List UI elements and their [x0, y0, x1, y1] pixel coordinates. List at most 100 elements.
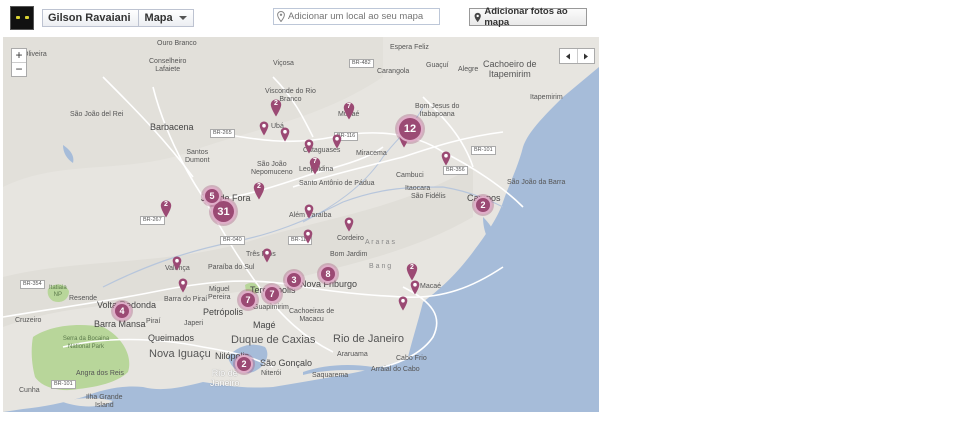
add-photos-button[interactable]: Adicionar fotos ao mapa — [469, 6, 587, 28]
place-label: Cordeiro — [337, 235, 364, 242]
zoom-out-button[interactable]: − — [12, 62, 26, 76]
highway-shield: BR-482 — [349, 59, 374, 68]
photo-cluster[interactable]: 2 — [235, 355, 253, 373]
map-navigation — [559, 48, 595, 64]
place-label: Santos Dumont — [185, 149, 210, 164]
zoom-control: + − — [11, 48, 27, 77]
place-label: Serra da Bocaina National Park — [62, 336, 110, 350]
place-label: Viçosa — [273, 60, 294, 67]
place-label: Bom Jardim — [330, 251, 368, 258]
place-label: Itatiaia NP — [49, 285, 67, 298]
profile-picture[interactable] — [10, 6, 34, 30]
place-label: Duque de Caxias — [231, 334, 316, 346]
map-pin-icon[interactable] — [332, 134, 342, 149]
photo-cluster[interactable]: 12 — [397, 116, 423, 142]
place-label: Petrópolis — [203, 307, 244, 317]
map-pin-icon[interactable] — [172, 256, 182, 271]
place-label: São Fidélis — [411, 193, 446, 200]
place-label: Cambuci — [396, 172, 424, 179]
map-pin-icon[interactable] — [398, 296, 408, 311]
place-label: Miguel Pereira — [208, 286, 231, 301]
photo-cluster[interactable]: 5 — [203, 187, 221, 205]
pin-count: 2 — [257, 183, 261, 190]
place-label: Barbacena — [150, 122, 194, 132]
search-input[interactable] — [288, 11, 428, 22]
photo-cluster[interactable]: 8 — [319, 265, 337, 283]
place-label: Alegre — [458, 66, 479, 73]
place-label: Rio de Janeiro — [210, 368, 240, 388]
map-pin-icon[interactable] — [344, 217, 354, 232]
highway-shield: BR-356 — [443, 166, 468, 175]
map-pin-icon[interactable] — [259, 121, 269, 136]
map-pin-icon[interactable] — [262, 248, 272, 263]
map-pin-icon — [277, 11, 285, 22]
place-label: Ouro Branco — [157, 40, 197, 47]
place-label: Rio de Janeiro — [333, 333, 404, 345]
pin-count: 7 — [313, 158, 317, 165]
breadcrumb: Gilson Ravaiani Mapa — [42, 9, 194, 27]
map-pin-icon[interactable] — [441, 151, 451, 166]
previous-button[interactable] — [560, 49, 577, 63]
place-label: São João del Rei — [70, 111, 124, 118]
profile-picture-detail — [16, 16, 20, 19]
highway-shield: BR-354 — [20, 280, 45, 289]
place-label: Nova Iguaçu — [149, 348, 211, 360]
map-pin-icon[interactable] — [303, 229, 313, 244]
profile-picture-detail — [25, 16, 29, 19]
place-label: Arraial do Cabo — [371, 366, 420, 373]
chevron-down-icon — [178, 16, 187, 20]
place-label: Espera Feliz — [390, 44, 429, 51]
map-pin-icon[interactable] — [304, 139, 314, 154]
pin-count: 2 — [274, 100, 278, 107]
place-label: Resende — [69, 295, 98, 302]
section-dropdown[interactable]: Mapa — [139, 10, 193, 26]
place-label: Paraíba do Sul — [208, 264, 255, 271]
pin-count: 7 — [347, 103, 351, 110]
map-pin-count[interactable]: 2 — [406, 263, 418, 281]
highway-shield: BR-040 — [220, 236, 245, 245]
place-label: Santo Antônio de Pádua — [299, 180, 375, 187]
map-pin-count[interactable]: 2 — [253, 182, 265, 200]
place-label: Cunha — [19, 387, 40, 394]
highway-shield: BR-265 — [210, 129, 235, 138]
place-label: Araruama — [337, 351, 368, 358]
place-label: Guaçuí — [426, 62, 449, 69]
place-label: Bom Jesus do Itabapoana — [415, 103, 460, 118]
place-label: Barra Mansa — [94, 319, 146, 329]
top-bar: Gilson Ravaiani Mapa Adicionar fotos ao … — [0, 0, 600, 36]
photo-cluster[interactable]: 4 — [113, 302, 131, 320]
place-label: Macaé — [420, 283, 442, 290]
arrow-left-icon — [566, 53, 571, 59]
map-pin-count[interactable]: 2 — [270, 99, 282, 117]
place-label: Cabo Frio — [396, 355, 427, 362]
place-label: Japeri — [184, 320, 204, 327]
map-view[interactable]: Oliveira Ouro Branco Conselheiro Lafaiet… — [3, 37, 599, 412]
photo-cluster[interactable]: 7 — [239, 291, 257, 309]
search-box[interactable] — [273, 8, 440, 25]
map-pin-icon[interactable] — [280, 127, 290, 142]
place-label: São Gonçalo — [260, 358, 313, 368]
place-label: Queimados — [148, 333, 195, 343]
place-label: B a n g — [369, 263, 392, 270]
place-label: Itaocara — [405, 185, 431, 192]
photo-cluster[interactable]: 2 — [474, 196, 492, 214]
profile-name-link[interactable]: Gilson Ravaiani — [43, 10, 139, 26]
photo-cluster[interactable]: 7 — [263, 285, 281, 303]
next-button[interactable] — [576, 49, 595, 63]
place-label: Niterói — [261, 370, 282, 377]
map-pin-icon[interactable] — [178, 278, 188, 293]
map-pin-count[interactable]: 7 — [343, 102, 355, 120]
place-label: Cruzeiro — [15, 317, 42, 324]
place-label: Miracema — [356, 150, 387, 157]
add-photos-label: Adicionar fotos ao mapa — [484, 6, 568, 28]
map-pin-count[interactable]: 2 — [160, 200, 172, 218]
place-label: Barra do Piraí — [164, 296, 208, 303]
zoom-in-button[interactable]: + — [12, 49, 26, 62]
photo-cluster[interactable]: 3 — [285, 271, 303, 289]
map-pin-icon[interactable] — [410, 280, 420, 295]
map-pin-icon[interactable] — [304, 204, 314, 219]
place-label: Piraí — [146, 318, 161, 325]
place-label: Conselheiro Lafaiete — [149, 58, 187, 73]
highway-shield: BR-101 — [471, 146, 496, 155]
map-pin-count[interactable]: 7 — [309, 157, 321, 175]
